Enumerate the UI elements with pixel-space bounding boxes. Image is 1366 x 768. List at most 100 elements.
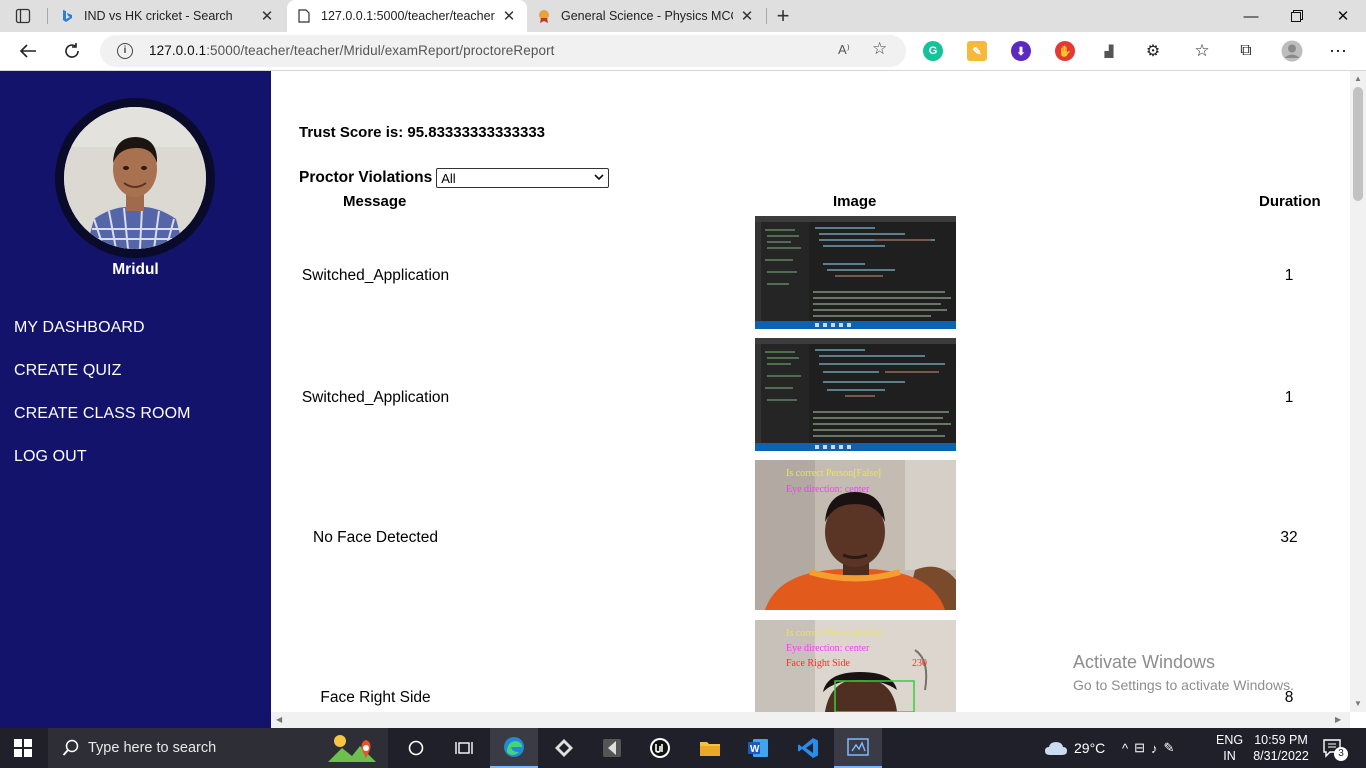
browser-toolbar: i 127.0.0.1:5000/teacher/teacher/Mridul/… xyxy=(0,32,1366,71)
read-aloud-icon[interactable]: A⁾ xyxy=(838,42,850,58)
scroll-left-icon[interactable]: ◀ xyxy=(276,715,282,724)
restore-button[interactable] xyxy=(1274,0,1320,32)
nav-log-out[interactable]: LOG OUT xyxy=(14,448,191,491)
tab-title: 127.0.0.1:5000/teacher/teacher/M xyxy=(321,9,495,23)
network-icon[interactable]: ⊟ xyxy=(1134,740,1151,756)
site-logo-icon xyxy=(537,9,551,23)
add-favorite-icon[interactable]: ☆ xyxy=(872,39,887,59)
pen-icon[interactable]: ✎ xyxy=(1164,740,1181,756)
violation-screenshot xyxy=(755,216,956,329)
site-info-icon[interactable]: i xyxy=(117,43,133,59)
scroll-down-icon[interactable]: ▼ xyxy=(1354,699,1362,708)
watermark-title: Activate Windows xyxy=(1073,652,1216,672)
back-button[interactable] xyxy=(12,36,44,66)
overlay-face-direction: Face Right Side xyxy=(786,658,850,669)
search-highlight-icon xyxy=(328,735,376,762)
close-tab-icon[interactable]: ✕ xyxy=(259,7,275,25)
visual-studio-icon[interactable] xyxy=(588,728,636,768)
trust-score: Trust Score is: 95.83333333333333 xyxy=(299,124,546,141)
violation-duration: 32 xyxy=(1280,529,1298,546)
tab-physics-mcqs[interactable]: General Science - Physics MCQs ✕ xyxy=(527,0,765,32)
violation-message: Switched_Application xyxy=(301,389,450,406)
close-window-button[interactable]: ✕ xyxy=(1320,0,1366,32)
download-extension-icon[interactable]: ⬇ xyxy=(1011,41,1031,61)
weather-temperature: 29°C xyxy=(1074,740,1106,756)
taskbar-search[interactable]: Type here to search xyxy=(48,728,388,768)
sidebar-nav: MY DASHBOARD CREATE QUIZ CREATE CLASS RO… xyxy=(14,319,191,491)
overlay-correct-person: Is correct Person[False] xyxy=(786,468,881,479)
system-tray-icons[interactable]: ^ ⊟ ♪ ✎ xyxy=(1122,728,1180,768)
language-indicator[interactable]: ENG IN xyxy=(1216,728,1243,768)
address-bar[interactable]: i 127.0.0.1:5000/teacher/teacher/Mridul/… xyxy=(100,35,906,67)
svg-text:W: W xyxy=(750,744,760,755)
extension-edit-icon[interactable]: ✎ xyxy=(967,41,987,61)
violation-duration: 1 xyxy=(1284,267,1294,284)
minimize-button[interactable]: — xyxy=(1228,0,1274,32)
notifications-button[interactable]: 3 xyxy=(1322,728,1348,768)
grammarly-icon[interactable]: G xyxy=(923,41,943,61)
vscode-icon[interactable] xyxy=(784,728,832,768)
chevron-down-icon xyxy=(594,174,604,181)
nav-create-class-room[interactable]: CREATE CLASS ROOM xyxy=(14,405,191,448)
stats-extension-icon[interactable]: ▟ xyxy=(1099,41,1119,61)
tab-title: General Science - Physics MCQs xyxy=(561,9,733,23)
app-inkscape-icon[interactable] xyxy=(540,728,588,768)
unreal-engine-icon[interactable] xyxy=(636,728,684,768)
user-name: Mridul xyxy=(112,261,159,278)
tab-separator xyxy=(766,8,767,24)
scrollbar-thumb[interactable] xyxy=(1353,87,1363,201)
tab-proctor-report[interactable]: 127.0.0.1:5000/teacher/teacher/M ✕ xyxy=(287,0,527,32)
horizontal-scrollbar[interactable]: ◀ ▶ xyxy=(271,712,1350,728)
nav-create-quiz[interactable]: CREATE QUIZ xyxy=(14,362,191,405)
word-icon[interactable]: W xyxy=(734,728,782,768)
sidebar: Mridul MY DASHBOARD CREATE QUIZ CREATE C… xyxy=(0,71,271,728)
profile-avatar[interactable] xyxy=(1276,36,1308,66)
column-header-duration: Duration xyxy=(1259,193,1321,210)
profile-photo-frame xyxy=(55,98,215,258)
new-tab-button[interactable]: + xyxy=(770,2,796,30)
violation-screenshot xyxy=(755,338,956,451)
violation-message: Switched_Application xyxy=(301,267,450,284)
tab-separator xyxy=(47,8,48,24)
scroll-right-icon[interactable]: ▶ xyxy=(1335,715,1341,724)
edge-taskbar-icon[interactable] xyxy=(490,728,538,768)
tab-title: IND vs HK cricket - Search xyxy=(84,9,233,23)
clock[interactable]: 10:59 PM 8/31/2022 xyxy=(1253,728,1309,768)
tab-strip: IND vs HK cricket - Search ✕ 127.0.0.1:5… xyxy=(0,0,1366,32)
close-tab-icon[interactable]: ✕ xyxy=(739,7,755,25)
weather-widget[interactable]: 29°C xyxy=(1044,728,1105,768)
extensions-icon[interactable]: ⚙ xyxy=(1137,36,1169,66)
windows-start-icon[interactable] xyxy=(14,739,32,757)
taskbar-search-placeholder: Type here to search xyxy=(88,740,217,756)
chevron-up-icon[interactable]: ^ xyxy=(1122,741,1134,756)
profile-photo xyxy=(64,107,206,249)
collections-icon[interactable]: ⧉ xyxy=(1230,36,1262,66)
close-tab-icon[interactable]: ✕ xyxy=(501,7,517,25)
overlay-face-value: 230 xyxy=(912,658,927,669)
cloud-icon xyxy=(1045,742,1067,755)
refresh-button[interactable] xyxy=(56,36,88,66)
scroll-up-icon[interactable]: ▲ xyxy=(1354,74,1362,83)
filter-label: Proctor Violations xyxy=(299,169,433,186)
column-header-message: Message xyxy=(343,193,407,210)
vertical-scrollbar[interactable]: ▲ ▼ xyxy=(1350,71,1366,712)
favorites-icon[interactable]: ☆ xyxy=(1186,36,1218,66)
stop-extension-icon[interactable]: ✋ xyxy=(1055,41,1075,61)
violation-message: Face Right Side xyxy=(320,689,431,706)
file-explorer-icon[interactable] xyxy=(686,728,734,768)
volume-icon[interactable]: ♪ xyxy=(1151,741,1164,756)
watermark-subtitle: Go to Settings to activate Windows. xyxy=(1073,677,1294,693)
app-window-icon[interactable] xyxy=(834,728,882,768)
violation-filter-select[interactable]: All xyxy=(436,168,610,188)
clock-time: 10:59 PM xyxy=(1254,733,1308,747)
language-code: ENG xyxy=(1216,733,1244,747)
url-text[interactable]: 127.0.0.1:5000/teacher/teacher/Mridul/ex… xyxy=(149,43,555,58)
windows-taskbar: Type here to search W 29°C ^ ⊟ ♪ ✎ ENG I… xyxy=(0,728,1366,768)
nav-my-dashboard[interactable]: MY DASHBOARD xyxy=(14,319,191,362)
cortana-icon[interactable] xyxy=(392,728,440,768)
tab-bing-search[interactable]: IND vs HK cricket - Search ✕ xyxy=(50,0,285,32)
more-options-icon[interactable]: ⋯ xyxy=(1322,36,1354,66)
task-view-icon[interactable] xyxy=(440,728,488,768)
tab-actions-icon[interactable] xyxy=(8,4,38,28)
filter-selected-value: All xyxy=(441,170,456,186)
